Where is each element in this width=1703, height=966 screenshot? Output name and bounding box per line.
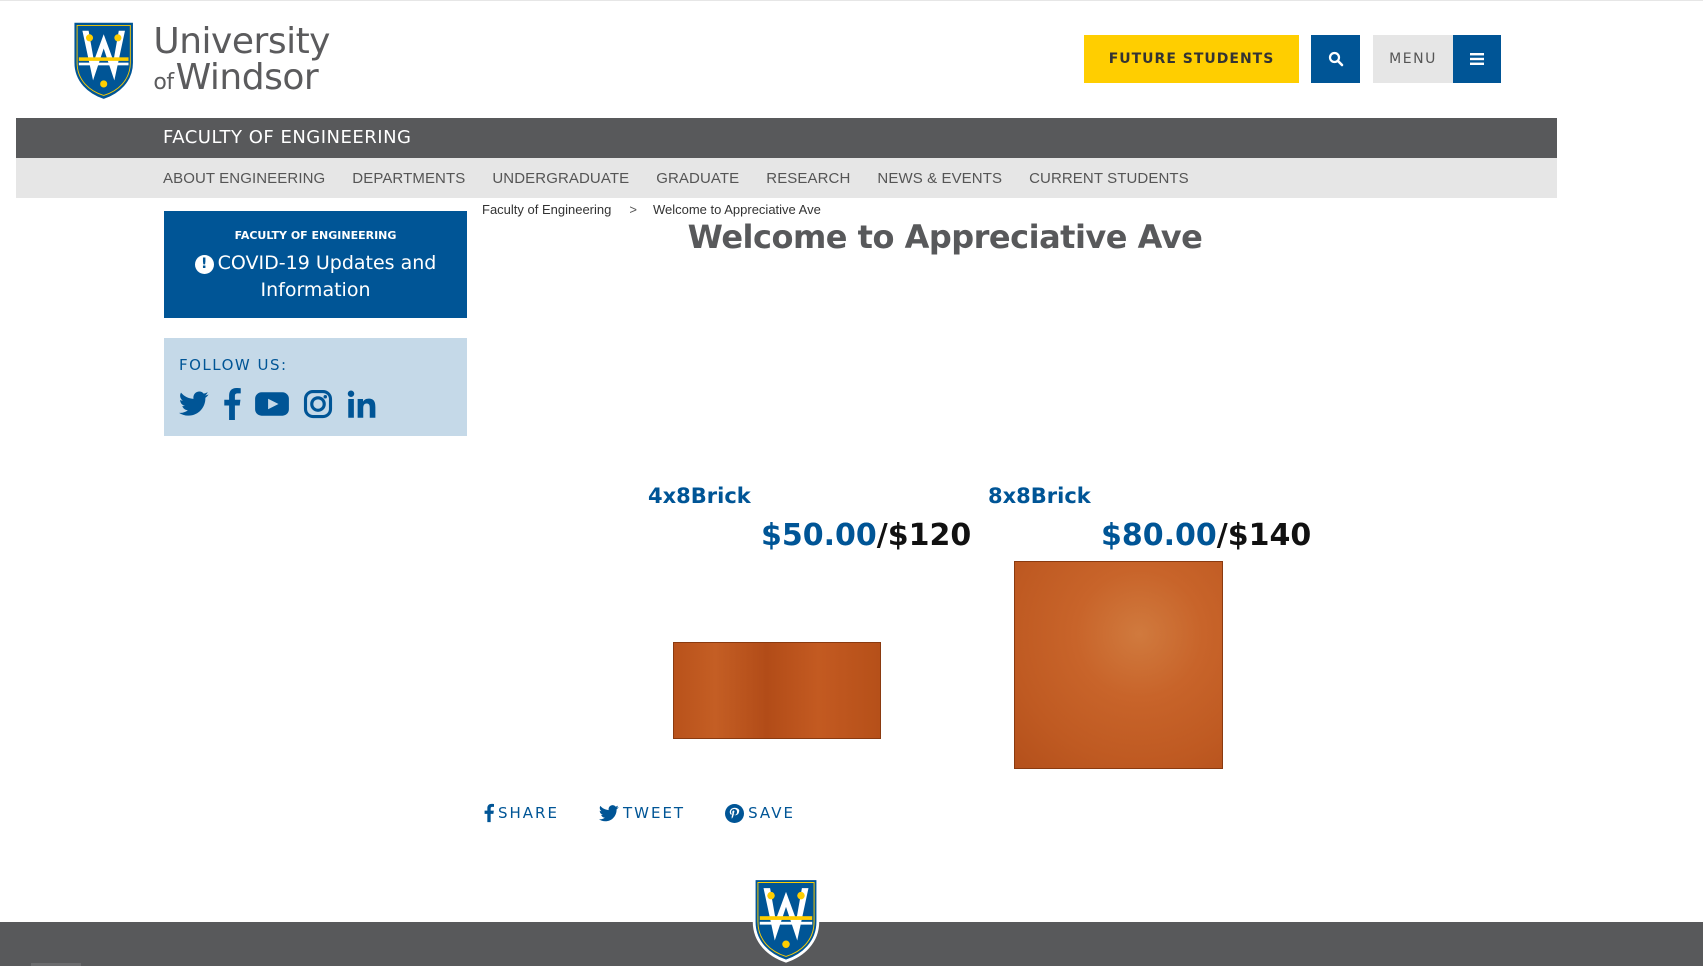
logo-windsor: Windsor <box>175 57 319 98</box>
nav-item-departments[interactable]: DEPARTMENTS <box>352 170 465 187</box>
hamburger-button[interactable] <box>1453 35 1501 83</box>
alert-icon: ! <box>194 255 214 274</box>
twitter-icon[interactable] <box>179 391 209 417</box>
product-image-4x8-brick[interactable] <box>673 642 881 739</box>
nav-list: ABOUT ENGINEERING DEPARTMENTS UNDERGRADU… <box>163 158 1216 198</box>
hamburger-icon <box>1470 53 1484 65</box>
menu-button[interactable]: MENU <box>1373 35 1453 83</box>
logo-line2: ofWindsor <box>153 60 330 96</box>
covid-faculty-label: FACULTY OF ENGINEERING <box>234 229 397 242</box>
sale-price: $80.00 <box>1101 518 1217 553</box>
social-links <box>179 388 391 420</box>
pinterest-icon <box>725 803 745 823</box>
future-students-button[interactable]: FUTURE STUDENTS <box>1084 35 1299 83</box>
page-title: Welcome to Appreciative Ave <box>687 218 1203 256</box>
product-image-8x8-brick[interactable] <box>1014 561 1223 769</box>
nav-item-current-students[interactable]: CURRENT STUDENTS <box>1029 170 1189 187</box>
follow-us-panel: FOLLOW US: <box>164 338 467 436</box>
university-logo[interactable]: University ofWindsor <box>70 12 330 108</box>
original-price: /$140 <box>1216 518 1312 553</box>
product-name-8x8[interactable]: 8x8Brick <box>988 484 1091 508</box>
breadcrumb: Faculty of Engineering > Welcome to Appr… <box>482 202 821 217</box>
twitter-icon <box>598 804 619 821</box>
covid-text: COVID-19 Updates and Information <box>217 252 437 301</box>
covid-heading: ! COVID-19 Updates and Information <box>164 250 467 304</box>
share-bar: SHARE TWEET SAVE <box>484 803 835 823</box>
product-price-8x8: $80.00/$140 <box>1101 518 1311 553</box>
faculty-bar: FACULTY OF ENGINEERING <box>16 118 1557 158</box>
share-facebook-button[interactable]: SHARE <box>484 803 559 823</box>
footer-shield-logo-icon[interactable] <box>750 875 822 963</box>
logo-wordmark: University ofWindsor <box>153 24 330 96</box>
facebook-icon[interactable] <box>223 388 241 420</box>
main-nav: ABOUT ENGINEERING DEPARTMENTS UNDERGRADU… <box>16 158 1557 198</box>
tweet-label: TWEET <box>622 804 686 822</box>
follow-label: FOLLOW US: <box>179 356 288 374</box>
product-price-4x8: $50.00/$120 <box>761 518 971 553</box>
nav-item-news-events[interactable]: NEWS & EVENTS <box>877 170 1002 187</box>
breadcrumb-item-faculty[interactable]: Faculty of Engineering <box>482 202 611 217</box>
breadcrumb-separator: > <box>629 202 637 217</box>
shield-logo-icon <box>72 20 135 101</box>
instagram-icon[interactable] <box>303 389 333 419</box>
faculty-title[interactable]: FACULTY OF ENGINEERING <box>163 118 411 158</box>
sale-price: $50.00 <box>761 518 877 553</box>
site-footer <box>0 922 1703 966</box>
site-header: University ofWindsor FUTURE STUDENTS MEN… <box>0 0 1703 118</box>
logo-of: of <box>153 70 174 95</box>
original-price: /$120 <box>876 518 972 553</box>
search-icon <box>1328 51 1343 67</box>
linkedin-icon[interactable] <box>347 390 377 418</box>
nav-item-undergraduate[interactable]: UNDERGRADUATE <box>492 170 629 187</box>
save-label: SAVE <box>748 804 795 822</box>
breadcrumb-item-current: Welcome to Appreciative Ave <box>652 202 821 217</box>
product-name-4x8[interactable]: 4x8Brick <box>648 484 751 508</box>
facebook-icon <box>484 803 494 823</box>
share-label: SHARE <box>498 804 559 822</box>
tweet-button[interactable]: TWEET <box>598 804 686 822</box>
logo-line1: University <box>153 21 330 62</box>
search-button[interactable] <box>1311 35 1360 83</box>
nav-item-about-engineering[interactable]: ABOUT ENGINEERING <box>163 170 325 187</box>
covid-updates-link[interactable]: FACULTY OF ENGINEERING ! COVID-19 Updates… <box>164 211 467 318</box>
youtube-icon[interactable] <box>255 391 289 417</box>
pinterest-save-button[interactable]: SAVE <box>725 803 795 823</box>
nav-item-graduate[interactable]: GRADUATE <box>656 170 739 187</box>
nav-item-research[interactable]: RESEARCH <box>766 170 850 187</box>
